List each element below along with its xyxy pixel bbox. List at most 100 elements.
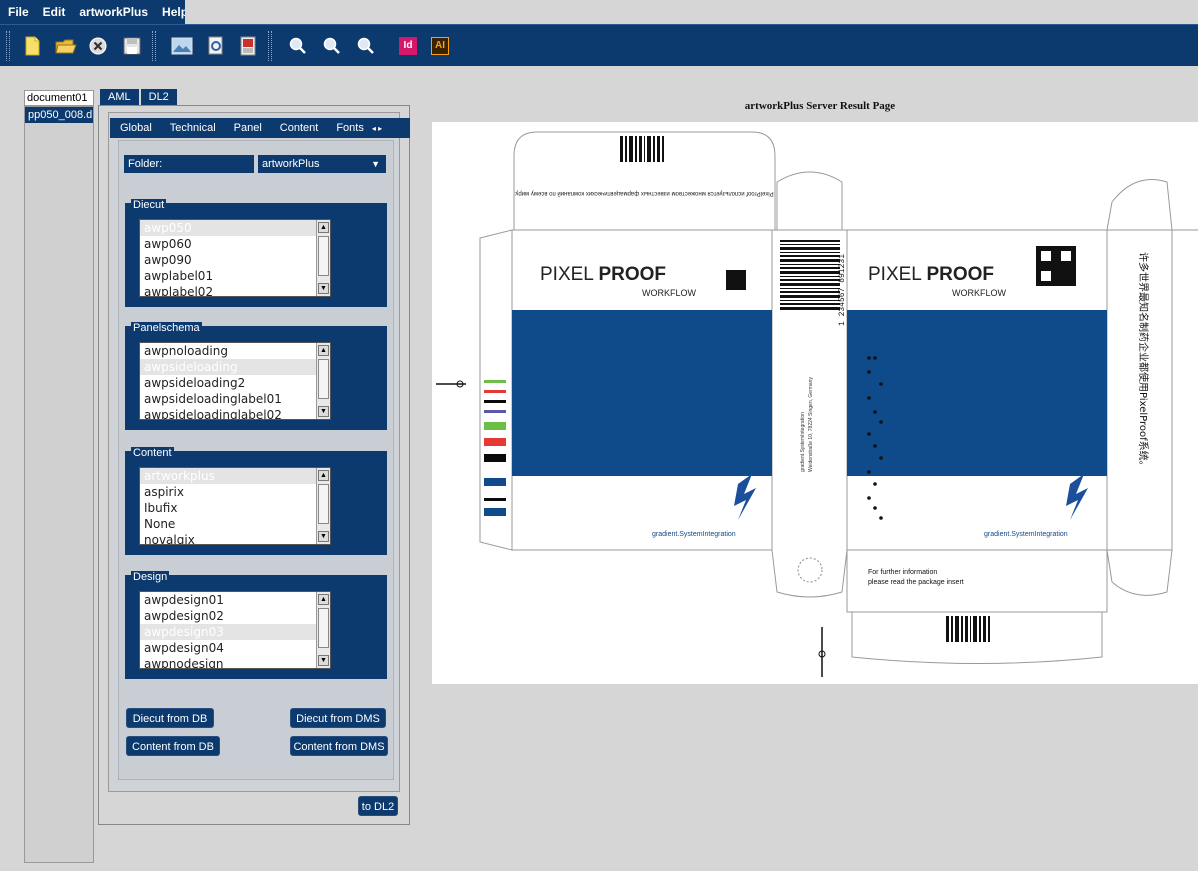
brand-bold-left: PROOF: [598, 264, 666, 285]
close-icon[interactable]: [86, 34, 110, 58]
list-item[interactable]: awplabel02: [140, 284, 330, 296]
design-listbox[interactable]: awpdesign01 awpdesign02 awpdesign03 awpd…: [139, 591, 331, 669]
list-item[interactable]: awpsideloading2: [140, 375, 330, 391]
scroll-up-icon[interactable]: ▲: [318, 594, 329, 605]
scroll-up-icon[interactable]: ▲: [318, 222, 329, 233]
scroll-thumb[interactable]: [318, 608, 329, 648]
to-dl2-button[interactable]: to DL2: [358, 796, 398, 816]
content-from-dms-button[interactable]: Content from DMS: [290, 736, 388, 756]
scroll-thumb[interactable]: [318, 359, 329, 399]
list-item[interactable]: awpdesign04: [140, 640, 330, 656]
list-item[interactable]: novalgix: [140, 532, 330, 544]
main-tabs: AML DL2: [100, 89, 179, 105]
list-item[interactable]: awp060: [140, 236, 330, 252]
company-left: gradient.SystemIntegration: [652, 531, 736, 538]
tab-dl2[interactable]: DL2: [140, 89, 177, 105]
content-listbox[interactable]: artworkplus aspirix Ibufix None novalgix…: [139, 467, 331, 545]
new-document-icon[interactable]: [20, 34, 44, 58]
illustrator-icon[interactable]: AI: [428, 34, 452, 58]
toolbar-grip: [6, 31, 10, 61]
scrollbar[interactable]: ▲ ▼: [316, 343, 330, 419]
list-item[interactable]: awp090: [140, 252, 330, 268]
list-item[interactable]: aspirix: [140, 484, 330, 500]
result-page-title: artworkPlus Server Result Page: [744, 100, 896, 112]
indesign-label: Id: [399, 37, 417, 55]
save-icon[interactable]: [120, 34, 144, 58]
list-item[interactable]: artworkplus: [140, 468, 330, 484]
brand-regular-right: PIXEL: [868, 264, 926, 285]
package-dieline: PixelProof используется множеством извес…: [436, 131, 1198, 677]
document-list: pp050_008.d: [24, 106, 94, 863]
indesign-icon[interactable]: Id: [396, 34, 420, 58]
zoom-out-icon[interactable]: [320, 34, 344, 58]
content-group-title: Content: [131, 447, 174, 459]
scroll-thumb[interactable]: [318, 484, 329, 524]
content-group: Content artworkplus aspirix Ibufix None …: [125, 447, 387, 555]
brand-right: PIXEL PROOF: [868, 264, 994, 285]
scroll-down-icon[interactable]: ▼: [318, 531, 329, 542]
zoom-fit-icon[interactable]: [354, 34, 378, 58]
recycling-seal-icon: [797, 557, 823, 583]
tab-content[interactable]: Content: [280, 122, 319, 134]
list-item[interactable]: awpdesign01: [140, 592, 330, 608]
list-item[interactable]: awpdesign03: [140, 624, 330, 640]
diecut-from-dms-button[interactable]: Diecut from DMS: [290, 708, 386, 728]
russian-text: PixelProof используется множеством извес…: [514, 190, 774, 197]
menu-edit[interactable]: Edit: [43, 5, 66, 19]
tab-technical[interactable]: Technical: [170, 122, 216, 134]
document-tab[interactable]: document01: [24, 90, 94, 106]
list-item[interactable]: awpsideloading: [140, 359, 330, 375]
open-folder-icon[interactable]: [54, 34, 78, 58]
sub-tab-bar: Global Technical Panel Content Fonts ◂ ▸: [110, 118, 410, 138]
panelschema-group-title: Panelschema: [131, 322, 202, 334]
tab-aml[interactable]: AML: [100, 89, 139, 105]
diecut-from-db-button[interactable]: Diecut from DB: [126, 708, 214, 728]
menu-file[interactable]: File: [8, 5, 29, 19]
tab-global[interactable]: Global: [120, 122, 152, 134]
preview-icon[interactable]: [204, 34, 228, 58]
image-icon[interactable]: [170, 34, 194, 58]
list-item[interactable]: awp050: [140, 220, 330, 236]
list-item[interactable]: None: [140, 516, 330, 532]
scroll-down-icon[interactable]: ▼: [318, 655, 329, 666]
list-item[interactable]: awpdesign02: [140, 608, 330, 624]
scroll-down-icon[interactable]: ▼: [318, 406, 329, 417]
logo-icon: [734, 474, 756, 520]
tab-panel[interactable]: Panel: [234, 122, 262, 134]
scroll-up-icon[interactable]: ▲: [318, 470, 329, 481]
panelschema-listbox[interactable]: awpnoloading awpsideloading awpsideloadi…: [139, 342, 331, 420]
logo-icon: [1066, 474, 1088, 520]
list-item[interactable]: awpsideloadinglabel02: [140, 407, 330, 419]
folder-select[interactable]: artworkPlus ▼: [258, 155, 386, 173]
scroll-up-icon[interactable]: ▲: [318, 345, 329, 356]
list-item[interactable]: Ibufix: [140, 500, 330, 516]
list-item[interactable]: awpnodesign: [140, 656, 330, 668]
company-right: gradient.SystemIntegration: [984, 531, 1068, 538]
tab-scroll-arrows-icon[interactable]: ◂ ▸: [372, 124, 382, 133]
menu-artworkplus[interactable]: artworkPlus: [79, 5, 148, 19]
diecut-listbox[interactable]: awp050 awp060 awp090 awplabel01 awplabel…: [139, 219, 331, 297]
menu-bar: File Edit artworkPlus Help: [0, 0, 188, 24]
brand-regular-left: PIXEL: [540, 264, 598, 285]
list-item[interactable]: awplabel01: [140, 268, 330, 284]
scrollbar[interactable]: ▲ ▼: [316, 592, 330, 668]
diecut-group-title: Diecut: [131, 199, 167, 211]
tab-fonts[interactable]: Fonts: [336, 122, 364, 134]
zoom-in-icon[interactable]: [286, 34, 310, 58]
content-from-db-button[interactable]: Content from DB: [126, 736, 220, 756]
pdf-icon[interactable]: [236, 34, 260, 58]
list-item[interactable]: awpsideloadinglabel01: [140, 391, 330, 407]
document-list-item[interactable]: pp050_008.d: [25, 107, 93, 123]
scrollbar[interactable]: ▲ ▼: [316, 220, 330, 296]
further-info-line-1: For further information: [868, 569, 937, 576]
folder-label: Folder:: [124, 155, 254, 173]
toolbar-separator: [152, 31, 156, 61]
scrollbar[interactable]: ▲ ▼: [316, 468, 330, 544]
further-info-line-2: please read the package insert: [868, 579, 964, 586]
brand-regular: PIXEL PROOF: [540, 264, 666, 285]
address-line-1: gradient.SystemIntegration: [800, 412, 806, 472]
list-item[interactable]: awpnoloading: [140, 343, 330, 359]
scroll-thumb[interactable]: [318, 236, 329, 276]
datamatrix-icon: [726, 270, 746, 290]
scroll-down-icon[interactable]: ▼: [318, 283, 329, 294]
